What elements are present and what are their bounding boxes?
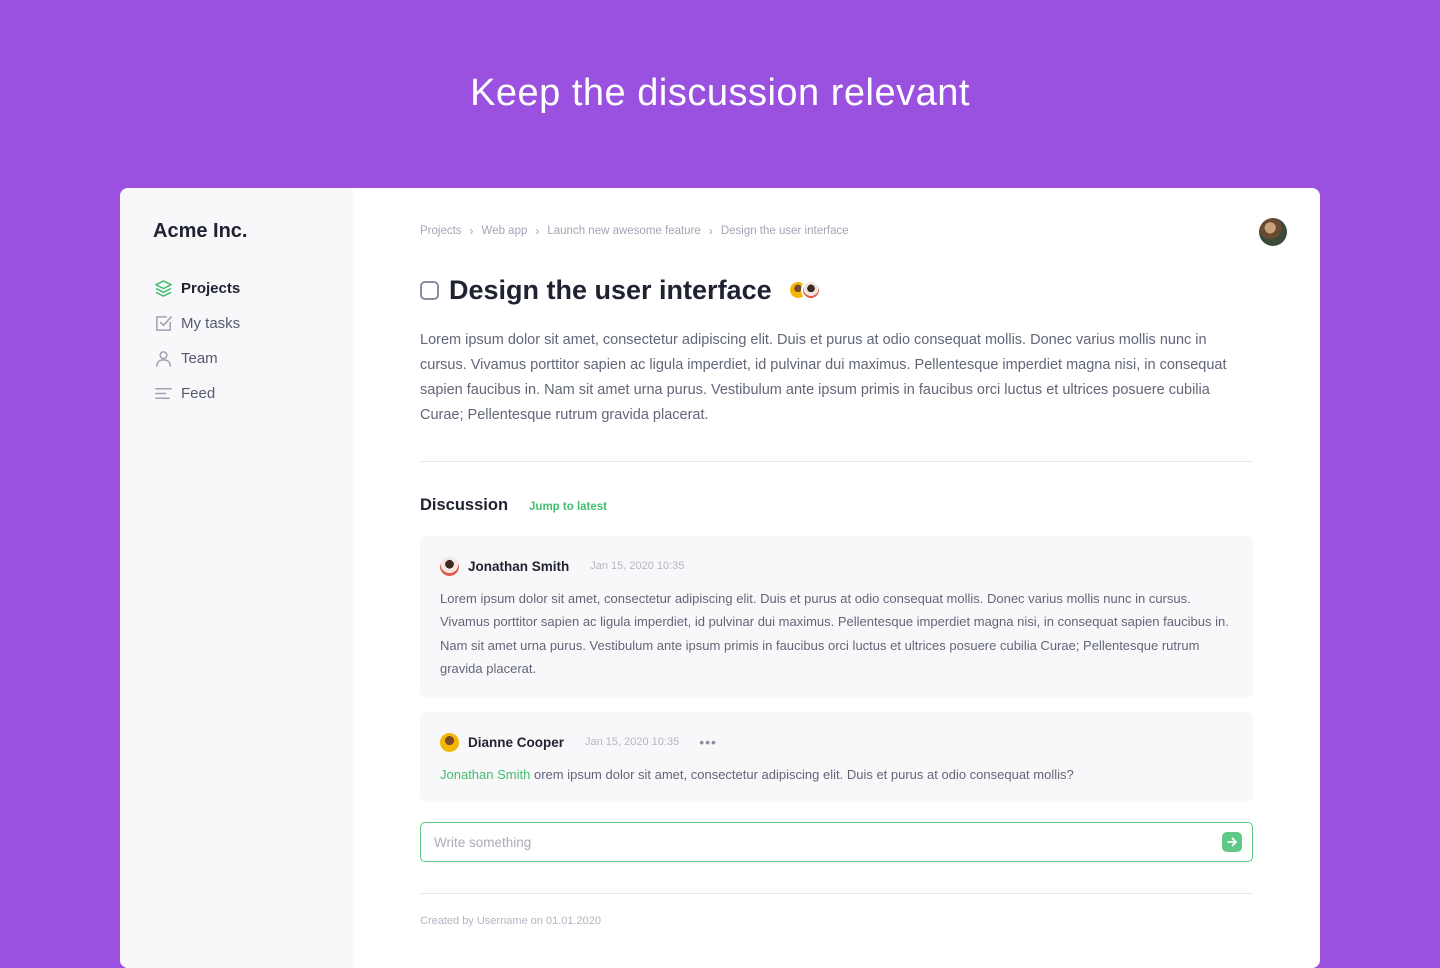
- breadcrumb-item[interactable]: Projects: [420, 225, 462, 237]
- comment-author[interactable]: Jonathan Smith: [468, 559, 569, 574]
- comment-text: orem ipsum dolor sit amet, consectetur a…: [533, 767, 1074, 783]
- comment: Jonathan Smith Jan 15, 2020 10:35 Lorem …: [420, 536, 1253, 699]
- comment-timestamp: Jan 15, 2020 10:35: [585, 736, 680, 749]
- comment-timestamp: Jan 15, 2020 10:35: [590, 560, 685, 572]
- avatar: [440, 732, 459, 752]
- user-avatar[interactable]: [1259, 218, 1287, 246]
- jump-to-latest-link[interactable]: Jump to latest: [529, 501, 607, 513]
- more-options-icon[interactable]: •••: [699, 735, 717, 749]
- task-title-row: Design the user interface: [420, 270, 1253, 310]
- sidebar: Acme Inc. Projects My tasks Team Feed: [120, 188, 353, 968]
- task-title: Design the user interface: [449, 274, 772, 305]
- sidebar-item-label: Team: [181, 350, 218, 367]
- breadcrumb-item-current: Design the user interface: [720, 225, 849, 237]
- comment-composer: [420, 822, 1253, 863]
- chevron-right-icon: ›: [708, 224, 713, 238]
- main-content: Projects › Web app › Launch new awesome …: [353, 188, 1320, 968]
- sidebar-item-label: Feed: [181, 385, 216, 402]
- discussion-header: Discussion Jump to latest: [420, 496, 1253, 515]
- brand-name: Acme Inc.: [153, 220, 248, 242]
- comment-header: Jonathan Smith Jan 15, 2020 10:35: [440, 556, 1233, 576]
- divider: [420, 893, 1253, 895]
- comment-author[interactable]: Dianne Cooper: [468, 735, 564, 750]
- feed-lines-icon: [153, 384, 173, 404]
- chevron-right-icon: ›: [535, 224, 540, 238]
- breadcrumb-item[interactable]: Web app: [482, 225, 528, 237]
- sidebar-item-team[interactable]: Team: [153, 341, 353, 376]
- assignee-avatar: [800, 280, 821, 300]
- comment-header: Dianne Cooper Jan 15, 2020 10:35 •••: [440, 732, 1233, 752]
- checkbox-icon: [153, 314, 173, 334]
- comment-body: Jonathan Smith orem ipsum dolor sit amet…: [440, 763, 1233, 786]
- sidebar-item-label: Projects: [181, 280, 241, 297]
- comment: Dianne Cooper Jan 15, 2020 10:35 ••• Jon…: [420, 712, 1253, 803]
- sidebar-item-feed[interactable]: Feed: [153, 376, 353, 411]
- assignees[interactable]: [787, 280, 821, 300]
- chevron-right-icon: ›: [469, 224, 474, 238]
- breadcrumb-item[interactable]: Launch new awesome feature: [547, 225, 700, 237]
- task-description: Lorem ipsum dolor sit amet, consectetur …: [420, 332, 1227, 423]
- discussion-title: Discussion: [420, 496, 509, 514]
- mention-link[interactable]: Jonathan Smith: [440, 767, 530, 782]
- send-button[interactable]: [1222, 832, 1242, 853]
- created-by-note: Created by Username on 01.01.2020: [420, 915, 602, 928]
- headline: Keep the discussion relevant: [470, 72, 970, 114]
- avatar: [440, 556, 459, 576]
- sidebar-item-my-tasks[interactable]: My tasks: [153, 306, 353, 341]
- comment-body: Lorem ipsum dolor sit amet, consectetur …: [440, 591, 1229, 676]
- sidebar-item-label: My tasks: [181, 315, 241, 332]
- task-complete-checkbox[interactable]: [420, 280, 439, 300]
- comment-input[interactable]: [434, 834, 1222, 850]
- user-icon: [153, 349, 173, 369]
- sidebar-item-projects[interactable]: Projects: [153, 271, 353, 306]
- arrow-right-icon: [1227, 838, 1237, 847]
- layers-icon: [153, 279, 173, 299]
- breadcrumb: Projects › Web app › Launch new awesome …: [420, 222, 1253, 240]
- divider: [420, 461, 1253, 462]
- app-window: Acme Inc. Projects My tasks Team Feed Pr…: [120, 188, 1320, 968]
